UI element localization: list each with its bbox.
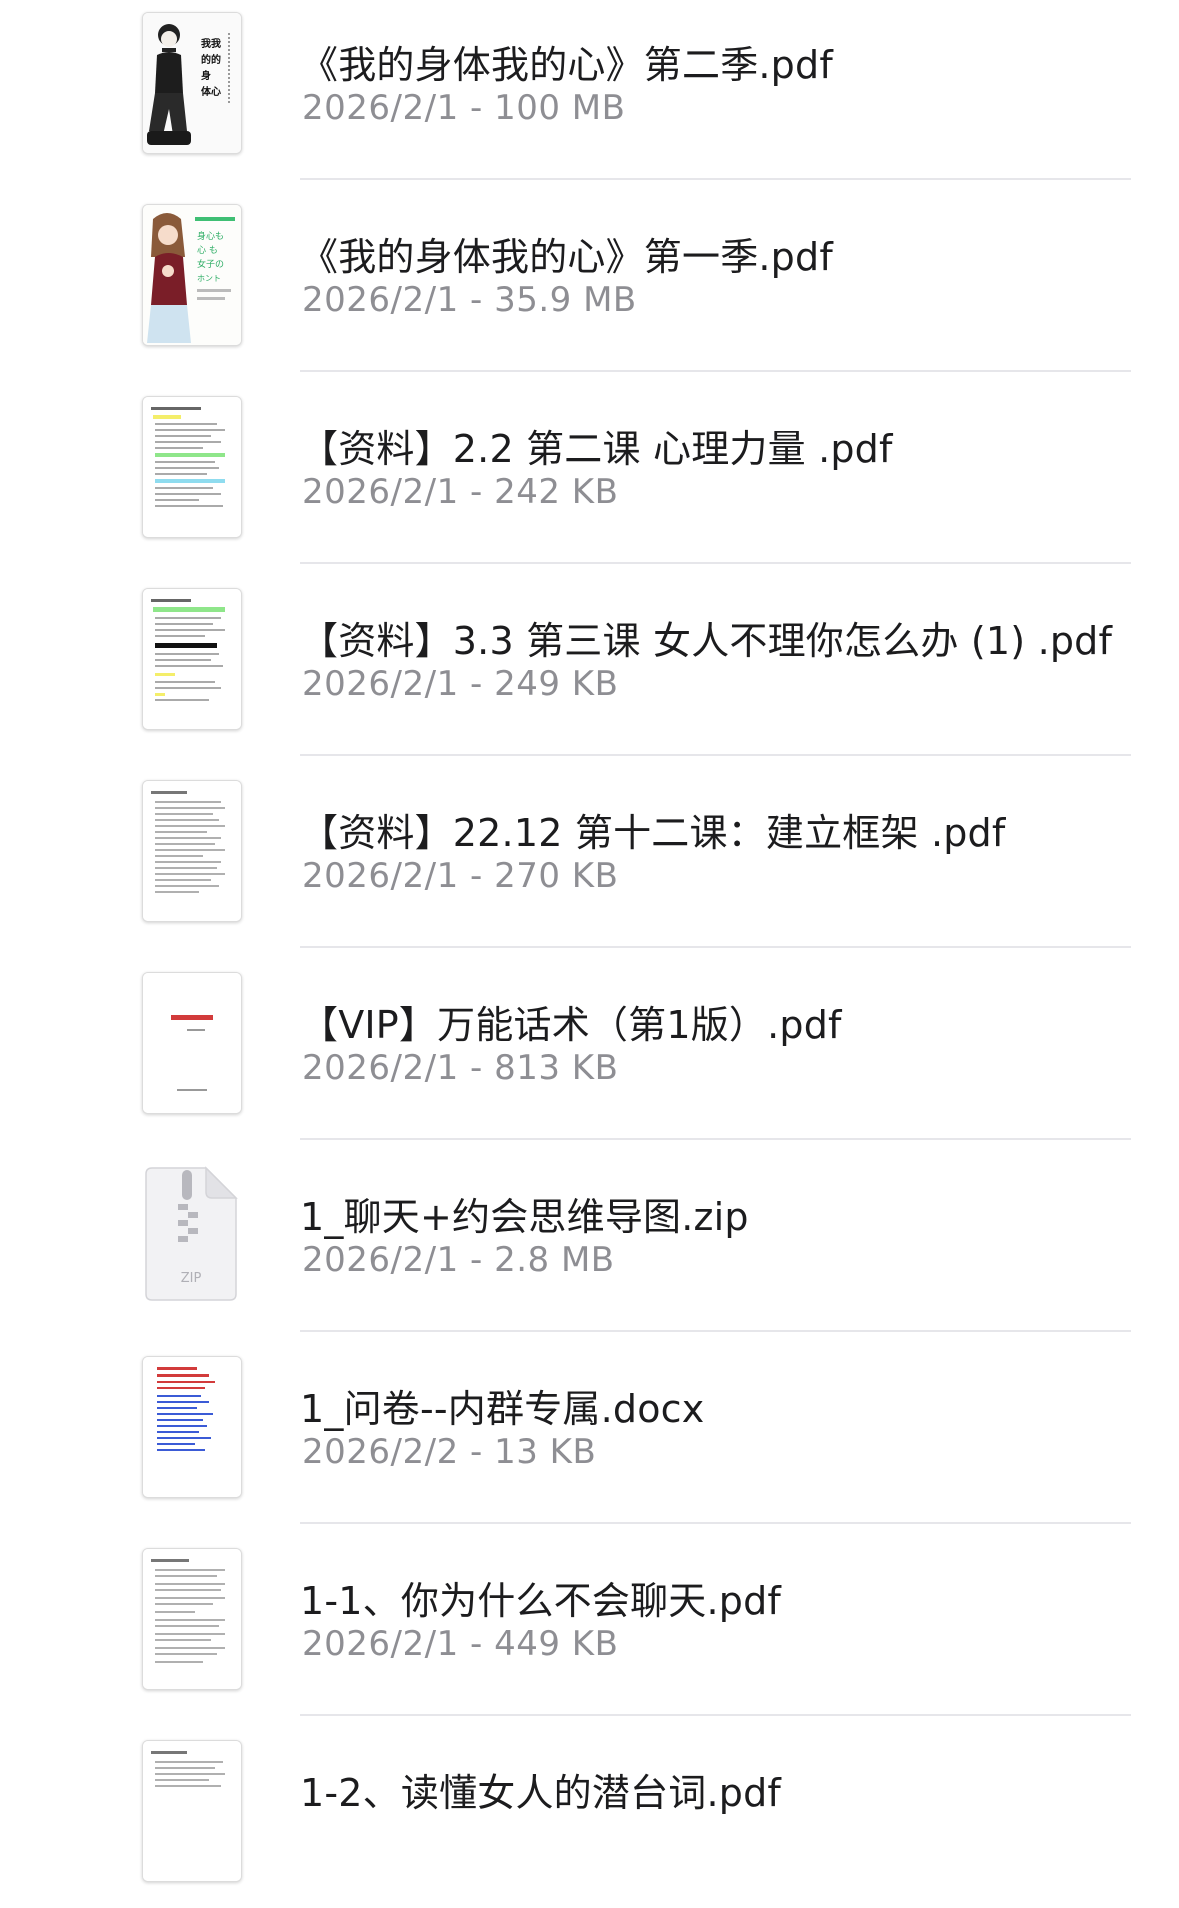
file-meta: 2026/2/1 - 813 KB [302,1048,619,1088]
svg-text:身心も: 身心も [197,230,224,242]
file-meta: 2026/2/1 - 249 KB [302,664,619,704]
file-meta: 2026/2/1 - 35.9 MB [302,280,637,320]
file-row[interactable]: 【资料】22.12 第十二课：建立框架 .pdf 2026/2/1 - 270 … [0,756,1179,948]
file-meta: 2026/2/1 - 100 MB [302,88,626,128]
file-meta: 2026/2/1 - 270 KB [302,856,619,896]
manga-cover-icon: 我我 的的 身 体心 [142,12,242,154]
file-row[interactable]: 身心も 心 も 女子の ホント 《我的身体我的心》第一季.pdf 2026/2/… [0,180,1179,372]
zip-file-icon: ZIP [142,1164,240,1304]
svg-text:的的: 的的 [201,53,221,66]
svg-text:女子の: 女子の [197,258,224,270]
file-name: 1_问卷--内群专属.docx [300,1387,705,1431]
file-row[interactable]: 【资料】2.2 第二课 心理力量 .pdf 2026/2/1 - 242 KB [0,372,1179,564]
file-meta: 2026/2/1 - 449 KB [302,1624,619,1664]
file-row[interactable]: 1_问卷--内群专属.docx 2026/2/2 - 13 KB [0,1332,1179,1524]
manga-cover-icon: 身心も 心 も 女子の ホント [142,204,242,346]
svg-text:ホント: ホント [197,274,221,283]
file-row[interactable]: 1-1、你为什么不会聊天.pdf 2026/2/1 - 449 KB [0,1524,1179,1716]
pdf-page-icon [142,1548,242,1690]
file-name: 【资料】2.2 第二课 心理力量 .pdf [300,427,893,471]
file-meta: 2026/2/1 - 2.8 MB [302,1240,615,1280]
file-meta: 2026/2/2 - 13 KB [302,1432,597,1472]
file-name: 【VIP】万能话术（第1版）.pdf [300,1003,842,1047]
pdf-page-icon [142,588,242,730]
pdf-page-icon [142,1740,242,1882]
pdf-page-icon [142,972,242,1114]
file-name: 《我的身体我的心》第二季.pdf [300,43,833,87]
file-row[interactable]: 【VIP】万能话术（第1版）.pdf 2026/2/1 - 813 KB [0,948,1179,1140]
svg-text:我我: 我我 [201,37,221,50]
file-name: 【资料】3.3 第三课 女人不理你怎么办 (1) .pdf [300,619,1113,663]
pdf-page-icon [142,780,242,922]
docx-page-icon [142,1356,242,1498]
file-name: 1_聊天+约会思维导图.zip [300,1195,749,1239]
file-row[interactable]: 【资料】3.3 第三课 女人不理你怎么办 (1) .pdf 2026/2/1 -… [0,564,1179,756]
file-row[interactable]: 1-2、读懂女人的潜台词.pdf [0,1716,1179,1908]
file-row[interactable]: 我我 的的 身 体心 《我的身体我的心》第二季.pdf 2026/2/1 - 1… [0,0,1179,180]
file-name: 1-2、读懂女人的潜台词.pdf [300,1771,781,1815]
file-name: 【资料】22.12 第十二课：建立框架 .pdf [300,811,1006,855]
pdf-page-icon [142,396,242,538]
zip-icon-label: ZIP [181,1271,202,1286]
file-list: 我我 的的 身 体心 《我的身体我的心》第二季.pdf 2026/2/1 - 1… [0,0,1179,1908]
file-meta: 2026/2/1 - 242 KB [302,472,619,512]
file-row[interactable]: ZIP 1_聊天+约会思维导图.zip 2026/2/1 - 2.8 MB [0,1140,1179,1332]
file-name: 1-1、你为什么不会聊天.pdf [300,1579,781,1623]
svg-text:体心: 体心 [201,85,221,98]
svg-text:身: 身 [201,69,211,82]
file-name: 《我的身体我的心》第一季.pdf [300,235,833,279]
svg-text:心 も: 心 も [197,245,218,256]
